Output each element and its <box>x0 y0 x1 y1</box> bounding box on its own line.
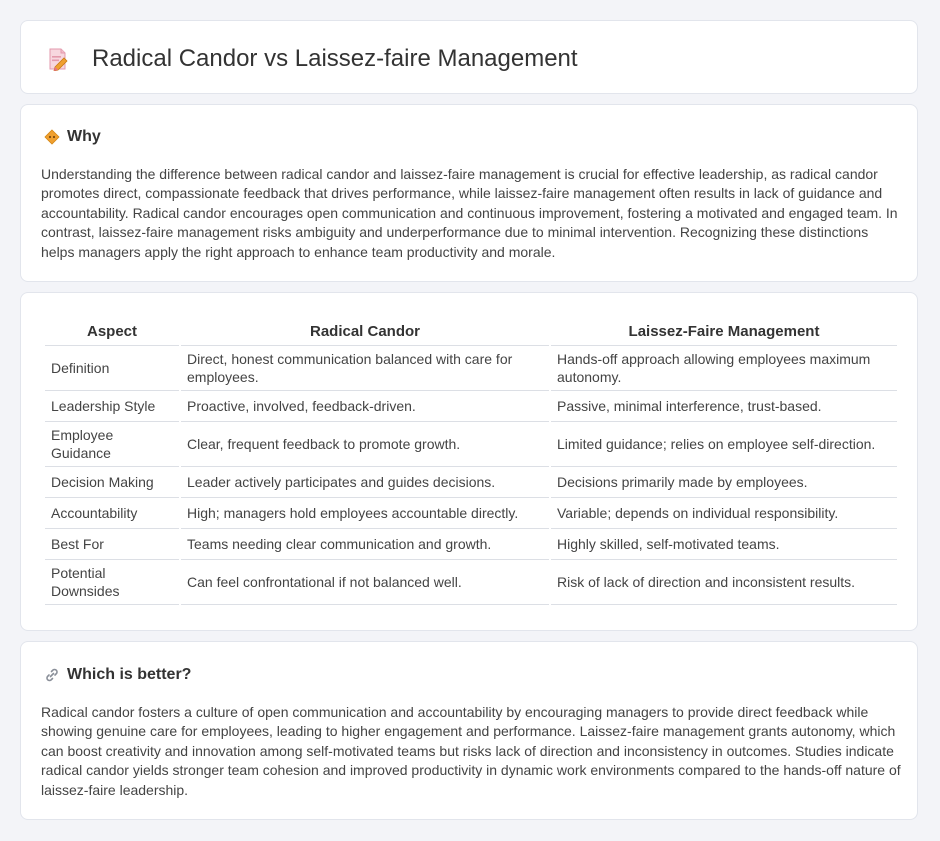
table-row: Employee Guidance Clear, frequent feedba… <box>45 422 897 467</box>
table-row: Decision Making Leader actively particip… <box>45 467 897 498</box>
document-pencil-icon <box>49 48 68 71</box>
row-laissez-faire: Risk of lack of direction and inconsiste… <box>551 560 897 605</box>
why-heading: Why <box>67 128 101 145</box>
row-radical-candor: Proactive, involved, feedback-driven. <box>181 391 549 422</box>
row-aspect: Potential Downsides <box>45 560 179 605</box>
row-aspect: Employee Guidance <box>45 422 179 467</box>
row-radical-candor: High; managers hold employees accountabl… <box>181 498 549 529</box>
diamond-warning-icon <box>44 129 60 145</box>
row-laissez-faire: Limited guidance; relies on employee sel… <box>551 422 897 467</box>
header-card: Radical Candor vs Laissez-faire Manageme… <box>20 20 918 94</box>
row-aspect: Definition <box>45 346 179 391</box>
why-text: Understanding the difference between rad… <box>41 166 898 260</box>
row-radical-candor: Leader actively participates and guides … <box>181 467 549 498</box>
row-laissez-faire: Passive, minimal interference, trust-bas… <box>551 391 897 422</box>
row-radical-candor: Teams needing clear communication and gr… <box>181 529 549 560</box>
header-aspect: Aspect <box>45 313 179 346</box>
row-aspect: Leadership Style <box>45 391 179 422</box>
table-row: Accountability High; managers hold emplo… <box>45 498 897 529</box>
row-laissez-faire: Hands-off approach allowing employees ma… <box>551 346 897 391</box>
row-radical-candor: Direct, honest communication balanced wi… <box>181 346 549 391</box>
table-row: Best For Teams needing clear communicati… <box>45 529 897 560</box>
comparison-card: Aspect Radical Candor Laissez-Faire Mana… <box>20 292 918 631</box>
which-better-card: Which is better? Radical candor fosters … <box>20 641 918 820</box>
table-row: Leadership Style Proactive, involved, fe… <box>45 391 897 422</box>
row-radical-candor: Clear, frequent feedback to promote grow… <box>181 422 549 467</box>
row-aspect: Best For <box>45 529 179 560</box>
row-aspect: Accountability <box>45 498 179 529</box>
row-laissez-faire: Decisions primarily made by employees. <box>551 467 897 498</box>
comparison-table: Aspect Radical Candor Laissez-Faire Mana… <box>43 313 899 605</box>
table-row: Potential Downsides Can feel confrontati… <box>45 560 897 605</box>
which-better-text: Radical candor fosters a culture of open… <box>41 704 901 798</box>
header-radical-candor: Radical Candor <box>181 313 549 346</box>
why-card: Why Understanding the difference between… <box>20 104 918 282</box>
header-laissez-faire: Laissez-Faire Management <box>551 313 897 346</box>
row-laissez-faire: Highly skilled, self-motivated teams. <box>551 529 897 560</box>
link-icon <box>46 668 58 682</box>
row-aspect: Decision Making <box>45 467 179 498</box>
row-radical-candor: Can feel confrontational if not balanced… <box>181 560 549 605</box>
row-laissez-faire: Variable; depends on individual responsi… <box>551 498 897 529</box>
which-better-heading: Which is better? <box>67 666 192 683</box>
page-title: Radical Candor vs Laissez-faire Manageme… <box>92 45 578 72</box>
table-row: Definition Direct, honest communication … <box>45 346 897 391</box>
